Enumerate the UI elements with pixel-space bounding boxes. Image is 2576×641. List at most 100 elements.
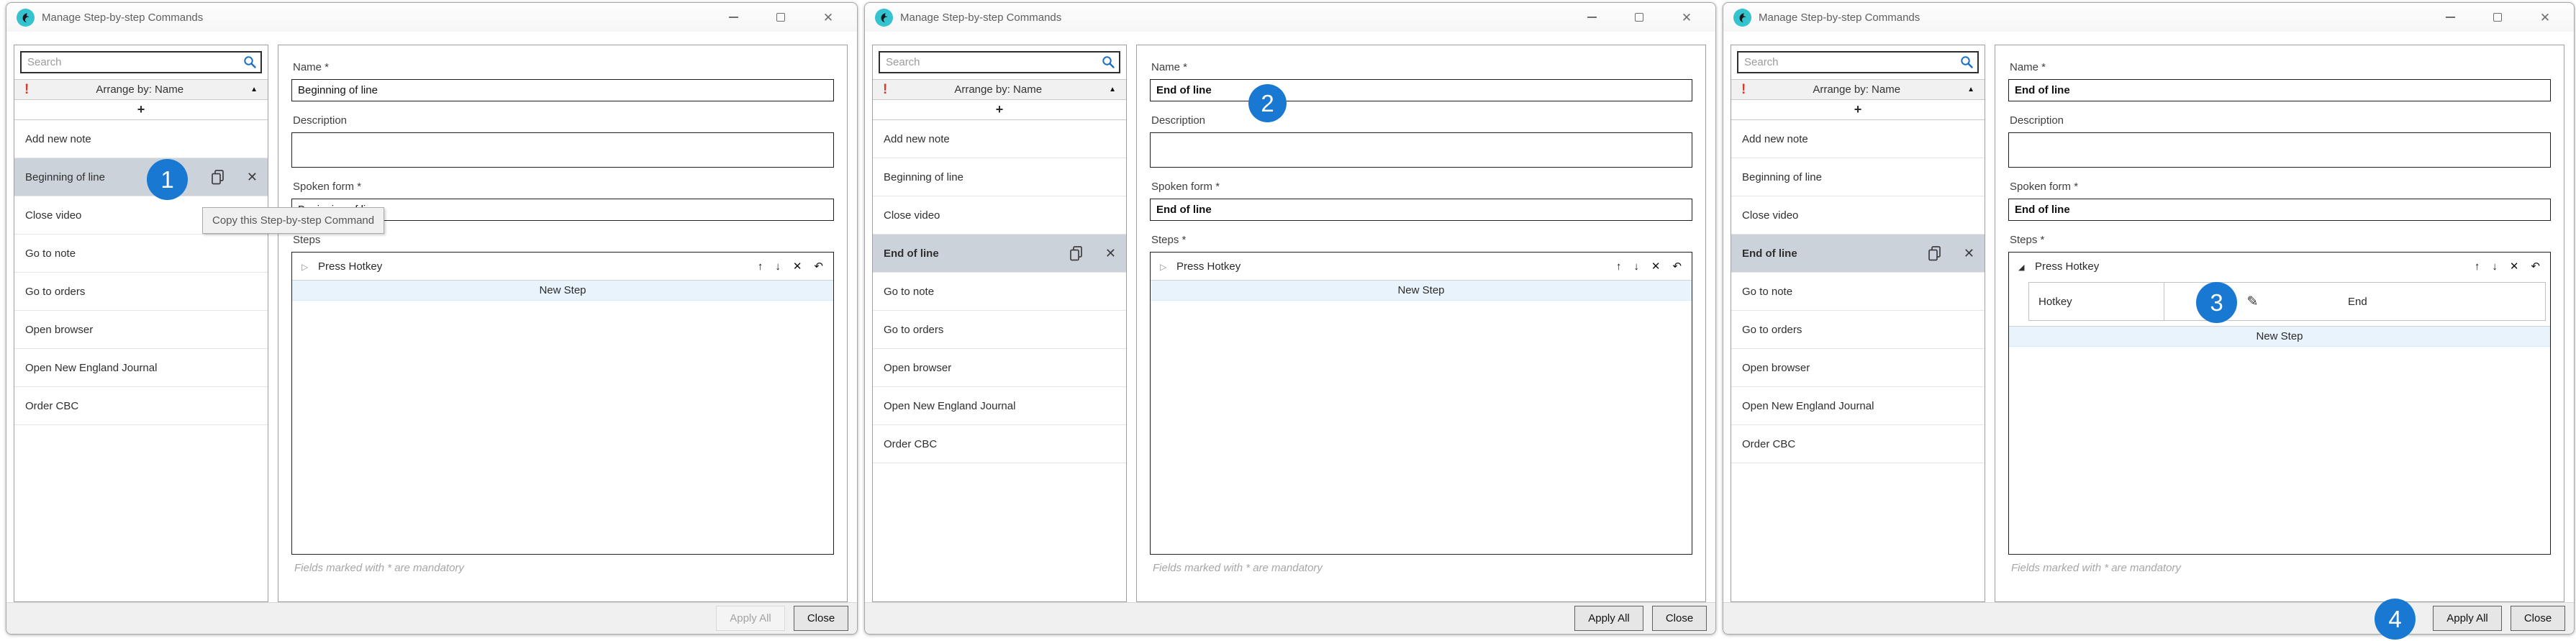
add-command-button[interactable]: + [1731, 100, 1985, 120]
description-input[interactable] [1150, 132, 1692, 168]
list-item[interactable]: Close video [1731, 196, 1985, 235]
copy-command-icon[interactable] [1069, 245, 1084, 262]
arrange-by-header[interactable]: ! Arrange by: Name ▲ [1731, 79, 1985, 100]
list-item[interactable]: Add new note [14, 120, 268, 158]
search-icon[interactable] [1102, 55, 1115, 72]
new-step-button[interactable]: New Step [292, 280, 833, 301]
list-item[interactable]: Beginning of line [1731, 158, 1985, 196]
step-row-press-hotkey[interactable]: Press Hotkey [1151, 253, 1692, 280]
titlebar[interactable]: Manage Step-by-step Commands ✕ [6, 3, 857, 32]
expander-collapsed-icon[interactable] [1160, 260, 1171, 273]
undo-step-icon[interactable] [2531, 261, 2540, 272]
list-item[interactable]: Go to orders [1731, 311, 1985, 349]
description-input[interactable] [2008, 132, 2551, 168]
delete-step-icon[interactable] [2510, 261, 2519, 272]
search-icon[interactable] [243, 55, 257, 72]
move-up-icon[interactable] [1616, 261, 1622, 272]
steps-list: Press Hotkey New Step [291, 252, 834, 555]
list-item[interactable]: End of line✕ [873, 235, 1126, 273]
copy-command-icon[interactable] [1927, 245, 1942, 262]
new-step-button[interactable]: New Step [2009, 326, 2550, 347]
list-item[interactable]: Open browser [14, 311, 268, 349]
expander-expanded-icon[interactable] [2018, 260, 2030, 273]
list-item[interactable]: Open New England Journal [14, 349, 268, 387]
arrange-by-header[interactable]: ! Arrange by: Name ▲ [14, 79, 268, 100]
list-item[interactable]: Beginning of line [873, 158, 1126, 196]
list-item[interactable]: Open New England Journal [873, 387, 1126, 425]
mandatory-note: Fields marked with * are mandatory [294, 562, 834, 574]
delete-command-icon[interactable]: ✕ [247, 170, 258, 185]
name-input[interactable] [1150, 79, 1692, 101]
add-command-button[interactable]: + [14, 100, 268, 120]
list-item[interactable]: Go to orders [14, 273, 268, 311]
spoken-form-input[interactable] [2008, 199, 2551, 221]
window-3: Manage Step-by-step Commands ✕ ! Arrange… [1723, 2, 2575, 635]
search-input[interactable] [879, 51, 1120, 73]
move-up-icon[interactable] [2475, 261, 2480, 272]
delete-step-icon[interactable] [793, 261, 802, 272]
move-down-icon[interactable] [775, 261, 781, 272]
move-down-icon[interactable] [2492, 261, 2498, 272]
add-command-button[interactable]: + [873, 100, 1126, 120]
list-item[interactable]: Go to note [14, 235, 268, 273]
dragon-app-icon [17, 9, 35, 27]
list-item[interactable]: Order CBC [14, 387, 268, 425]
list-item-label: Go to note [884, 286, 1116, 298]
close-window-button[interactable]: ✕ [1679, 10, 1694, 24]
search-input[interactable] [20, 51, 262, 73]
apply-all-button[interactable]: Apply All [716, 606, 785, 631]
delete-command-icon[interactable]: ✕ [1964, 246, 1974, 261]
list-item[interactable]: Add new note [873, 120, 1126, 158]
list-item[interactable]: Go to orders [873, 311, 1126, 349]
list-item[interactable]: Add new note [1731, 120, 1985, 158]
list-item[interactable]: Go to note [873, 273, 1126, 311]
step-row-press-hotkey[interactable]: Press Hotkey [292, 253, 833, 280]
close-window-button[interactable]: ✕ [2538, 10, 2552, 24]
delete-command-icon[interactable]: ✕ [1105, 246, 1116, 261]
undo-step-icon[interactable] [814, 261, 823, 272]
maximize-button[interactable] [774, 10, 788, 24]
list-item[interactable]: Beginning of line✕ [14, 158, 268, 196]
apply-all-button[interactable]: Apply All [1574, 606, 1643, 631]
maximize-button[interactable] [2490, 10, 2505, 24]
titlebar[interactable]: Manage Step-by-step Commands ✕ [865, 3, 1715, 32]
move-down-icon[interactable] [1633, 261, 1639, 272]
list-item[interactable]: End of line✕ [1731, 235, 1985, 273]
close-button[interactable]: Close [2511, 606, 2565, 631]
spoken-form-input[interactable] [1150, 199, 1692, 221]
command-list: Add new note Beginning of lineClose video… [873, 120, 1126, 601]
close-window-button[interactable]: ✕ [821, 10, 835, 24]
maximize-button[interactable] [1632, 10, 1646, 24]
list-item[interactable]: Order CBC [1731, 425, 1985, 463]
new-step-button[interactable]: New Step [1151, 280, 1692, 301]
close-button[interactable]: Close [1652, 606, 1707, 631]
expander-collapsed-icon[interactable] [301, 260, 313, 273]
copy-command-icon[interactable] [210, 169, 225, 186]
sort-ascending-icon: ▲ [1967, 86, 1974, 94]
undo-step-icon[interactable] [1672, 261, 1682, 272]
list-item[interactable]: Order CBC [873, 425, 1126, 463]
list-item-label: Go to orders [884, 324, 1116, 336]
edit-hotkey-icon[interactable]: ✎ [2247, 294, 2259, 310]
list-item[interactable]: Open browser [873, 349, 1126, 387]
minimize-button[interactable] [726, 10, 740, 24]
list-item[interactable]: Go to note [1731, 273, 1985, 311]
step-row-press-hotkey[interactable]: Press Hotkey [2009, 253, 2550, 280]
list-item[interactable]: Open browser [1731, 349, 1985, 387]
name-input[interactable] [291, 79, 834, 101]
arrange-by-header[interactable]: ! Arrange by: Name ▲ [873, 79, 1126, 100]
titlebar[interactable]: Manage Step-by-step Commands ✕ [1723, 3, 2574, 32]
minimize-button[interactable] [2443, 10, 2457, 24]
list-item[interactable]: Close video [873, 196, 1126, 235]
close-button[interactable]: Close [794, 606, 848, 631]
list-item[interactable]: Open New England Journal [1731, 387, 1985, 425]
apply-all-button[interactable]: Apply All [2433, 606, 2502, 631]
move-up-icon[interactable] [758, 261, 763, 272]
description-input[interactable] [291, 132, 834, 168]
name-input[interactable] [2008, 79, 2551, 101]
minimize-button[interactable] [1584, 10, 1599, 24]
list-item-label: Add new note [884, 133, 1116, 145]
search-icon[interactable] [1960, 55, 1974, 72]
search-input[interactable] [1737, 51, 1979, 73]
delete-step-icon[interactable] [1651, 261, 1661, 272]
